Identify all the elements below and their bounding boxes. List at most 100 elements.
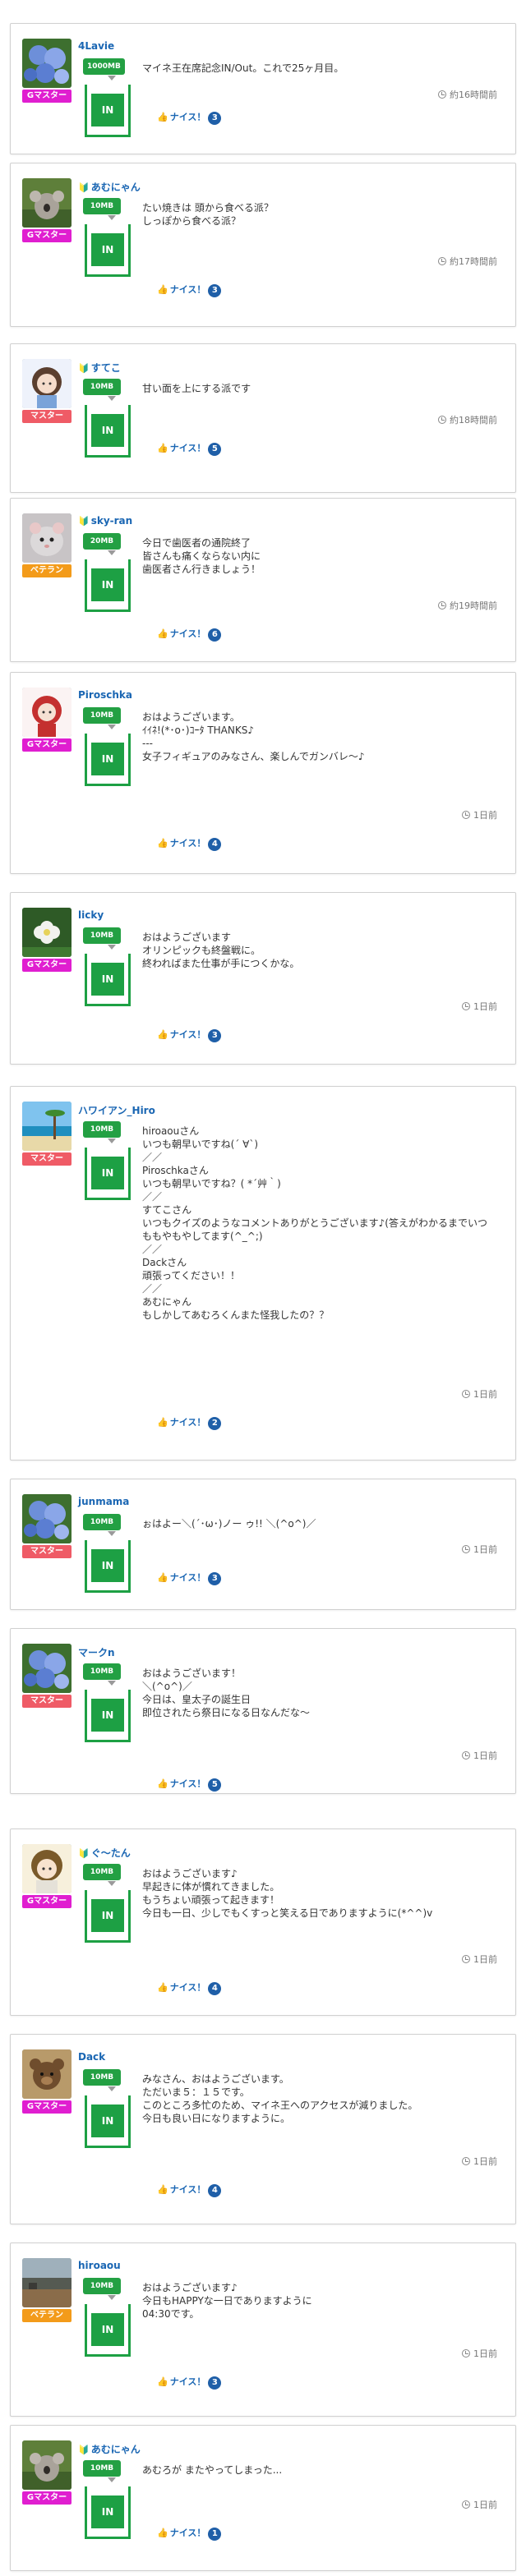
username-text[interactable]: Piroschka: [78, 689, 132, 701]
thumbs-up-icon: 👍: [157, 1572, 168, 1583]
avatar[interactable]: [22, 908, 72, 957]
username-link[interactable]: 🔰 sky-ran: [78, 515, 132, 527]
username-link[interactable]: マークn: [78, 1645, 115, 1659]
nice-button[interactable]: 👍 ナイス！ 3: [157, 110, 222, 125]
beginner-leaf-icon: 🔰: [78, 2445, 90, 2455]
data-gift-badge: 10MB: [83, 1514, 121, 1530]
username-text[interactable]: licky: [78, 909, 104, 921]
nice-button[interactable]: 👍 ナイス！ 5: [157, 1777, 222, 1792]
nice-button[interactable]: 👍 ナイス！ 5: [157, 441, 222, 456]
in-indicator: IN: [85, 405, 131, 458]
beginner-leaf-icon: 🔰: [78, 1848, 90, 1859]
username-link[interactable]: 🔰 あむにゃん: [78, 180, 141, 194]
username-link[interactable]: ハワイアン_Hiro: [78, 1103, 155, 1117]
post-time: 約17時間前: [438, 255, 497, 268]
nice-button[interactable]: 👍 ナイス！ 3: [157, 1571, 222, 1585]
avatar[interactable]: [22, 2440, 72, 2490]
nice-label: ナイス！: [169, 1572, 206, 1583]
post-message: hiroaouさん いつも朝早いですね(´ ∀`) ／／ Piroschkaさん…: [142, 1125, 487, 1321]
in-label: IN: [91, 962, 124, 996]
nice-label: ナイス！: [169, 2184, 206, 2195]
avatar[interactable]: [22, 1844, 72, 1893]
username-link[interactable]: Dack: [78, 2051, 105, 2063]
in-indicator: IN: [85, 2304, 131, 2357]
avatar[interactable]: [22, 513, 72, 563]
post-time-text: 1日前: [473, 1954, 497, 1965]
nice-button[interactable]: 👍 ナイス！ 2: [157, 1415, 222, 1430]
avatar-block: ベテラン: [22, 2258, 72, 2322]
rank-badge: ベテラン: [22, 564, 72, 577]
post-time-text: 1日前: [473, 1389, 497, 1400]
beginner-leaf-icon: 🔰: [78, 516, 90, 527]
nice-button[interactable]: 👍 ナイス！ 1: [157, 2526, 222, 2541]
arrow-down-icon: [108, 945, 116, 950]
username-text[interactable]: junmama: [78, 1496, 129, 1507]
username-link[interactable]: junmama: [78, 1496, 129, 1507]
post-time: 1日前: [462, 1543, 497, 1556]
in-label: IN: [91, 1698, 124, 1732]
username-text[interactable]: マークn: [78, 1647, 115, 1658]
nice-count: 3: [208, 2376, 222, 2390]
username-link[interactable]: licky: [78, 909, 104, 921]
username-link[interactable]: hiroaou: [78, 2260, 121, 2271]
avatar[interactable]: [22, 2049, 72, 2099]
username-text[interactable]: ぐ〜たん: [91, 1847, 131, 1859]
in-label: IN: [91, 2312, 124, 2346]
avatar[interactable]: [22, 1494, 72, 1543]
avatar[interactable]: [22, 2258, 72, 2307]
nice-count: 4: [208, 2184, 222, 2197]
post-time-text: 1日前: [473, 1544, 497, 1555]
nice-button[interactable]: 👍 ナイス！ 4: [157, 2183, 222, 2197]
username-text[interactable]: あむにゃん: [91, 2444, 141, 2455]
username-link[interactable]: 🔰 すてこ: [78, 361, 121, 375]
username-link[interactable]: 🔰 あむにゃん: [78, 2442, 141, 2456]
thumbs-up-icon: 👍: [157, 628, 168, 639]
nice-button[interactable]: 👍 ナイス！ 4: [157, 1980, 222, 1995]
arrow-down-icon: [108, 550, 116, 555]
username-text[interactable]: あむにゃん: [91, 182, 141, 193]
post-time: 1日前: [462, 1953, 497, 1966]
post-time: 1日前: [462, 2347, 497, 2360]
nice-button[interactable]: 👍 ナイス！ 3: [157, 2375, 222, 2390]
avatar[interactable]: [22, 688, 72, 737]
arrow-down-icon: [108, 1138, 116, 1143]
nice-button[interactable]: 👍 ナイス！ 3: [157, 1028, 222, 1042]
in-label: IN: [91, 93, 124, 126]
in-indicator: IN: [85, 559, 131, 612]
nice-button[interactable]: 👍 ナイス！ 3: [157, 283, 222, 297]
data-gift-badge: 10MB: [83, 1663, 121, 1680]
post-card: マスター マークn 10MB IN おはようございます！ ＼(^o^)／ 今日は…: [10, 1628, 516, 1794]
post-message: おはようございます♪ 早起きに体が慣れてきました。 もうちょい頑張って起きます！…: [142, 1868, 433, 1919]
rank-badge: Gマスター: [22, 1895, 72, 1908]
username-text[interactable]: 4Lavie: [78, 40, 114, 52]
username-text[interactable]: すてこ: [91, 362, 121, 374]
nice-button[interactable]: 👍 ナイス！ 6: [157, 627, 222, 642]
beginner-leaf-icon: 🔰: [78, 182, 90, 193]
avatar[interactable]: [22, 178, 72, 228]
clock-icon: [462, 1955, 470, 1963]
username-link[interactable]: Piroschka: [78, 689, 132, 701]
username-text[interactable]: ハワイアン_Hiro: [78, 1105, 155, 1116]
data-gift-badge: 10MB: [83, 2460, 121, 2477]
username-text[interactable]: Dack: [78, 2051, 105, 2063]
post-time: 約18時間前: [438, 413, 497, 426]
nice-count: 4: [208, 838, 222, 851]
username-link[interactable]: 4Lavie: [78, 40, 114, 52]
post-message: おはようございます♪ 今日もHAPPYな一日でありますように 04:30です。: [142, 2282, 312, 2320]
avatar[interactable]: [22, 1102, 72, 1151]
avatar[interactable]: [22, 359, 72, 408]
arrow-down-icon: [108, 215, 116, 220]
avatar[interactable]: [22, 39, 72, 88]
username-text[interactable]: hiroaou: [78, 2260, 121, 2271]
nice-button[interactable]: 👍 ナイス！ 4: [157, 836, 222, 851]
post-time-text: 約17時間前: [450, 256, 497, 267]
arrow-down-icon: [108, 1531, 116, 1536]
data-gift-badge: 10MB: [83, 2069, 121, 2086]
post-card: Gマスター 🔰 あむにゃん 10MB IN あむろが またやってしまった... 1…: [10, 2425, 516, 2571]
avatar-block: Gマスター: [22, 908, 72, 972]
username-link[interactable]: 🔰 ぐ〜たん: [78, 1846, 131, 1860]
nice-label: ナイス！: [169, 1778, 206, 1789]
post-message: マイネ王在席記念IN/Out。これで25ヶ月目。: [142, 62, 344, 74]
username-text[interactable]: sky-ran: [91, 515, 132, 527]
avatar[interactable]: [22, 1644, 72, 1693]
